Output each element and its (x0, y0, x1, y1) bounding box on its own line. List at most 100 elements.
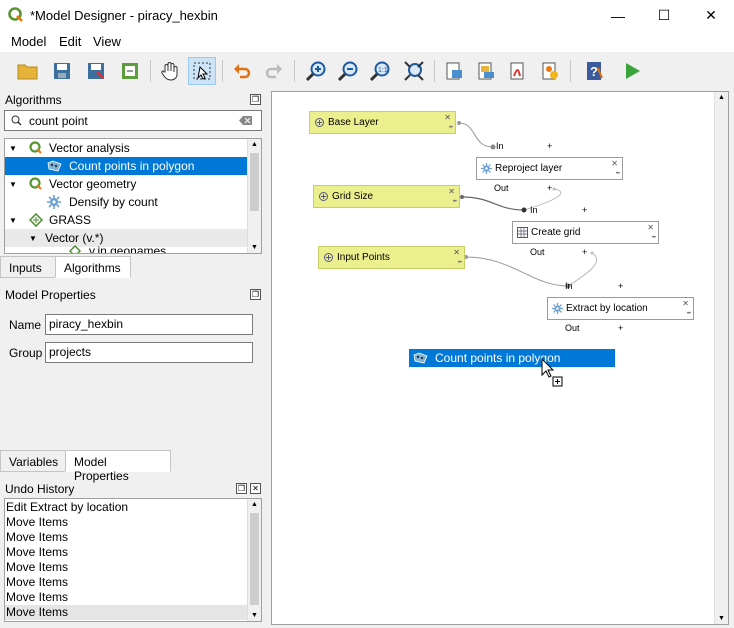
export-image-button[interactable] (440, 57, 468, 85)
name-label: Name (9, 318, 42, 332)
tree-scrollbar[interactable]: ▲ ▼ (247, 139, 261, 253)
input-grid-size[interactable]: Grid Size ✕ ••• (313, 185, 460, 208)
collapse-arrow-icon[interactable]: ▼ (9, 144, 23, 153)
tree-item-v-in-geonames[interactable]: v.in.geonames (5, 245, 249, 253)
export-pdf-button[interactable] (504, 57, 532, 85)
edit-node-icon[interactable]: ••• (687, 311, 691, 317)
edit-node-icon[interactable]: ••• (453, 199, 457, 205)
tree-item-label: Densify by count (69, 195, 158, 209)
export-svg-button[interactable] (472, 57, 500, 85)
remove-node-icon[interactable]: ✕ (647, 224, 654, 232)
undo-item[interactable]: Move Items (5, 575, 249, 590)
expand-port-icon[interactable]: + (547, 141, 552, 151)
algorithm-create-grid[interactable]: Create grid ✕ ••• (512, 221, 659, 244)
zoom-out-button[interactable] (334, 57, 362, 85)
expand-port-icon[interactable]: + (547, 183, 552, 193)
save-model-button[interactable] (48, 57, 76, 85)
edit-node-icon[interactable]: ••• (449, 125, 453, 131)
scroll-thumb[interactable] (250, 153, 259, 211)
close-button[interactable]: ✕ (688, 0, 734, 31)
tree-item-count-points-in-polygon[interactable]: Count points in polygon (5, 157, 249, 175)
undo-item-current[interactable]: Move Items (5, 605, 249, 620)
minimize-button[interactable]: — (595, 0, 641, 31)
tab-model-properties[interactable]: Model Properties (65, 450, 171, 483)
remove-node-icon[interactable]: ✕ (682, 300, 689, 308)
zoom-in-button[interactable] (302, 57, 330, 85)
menu-edit[interactable]: Edit (59, 34, 81, 49)
algorithm-label: Reproject layer (495, 163, 563, 174)
zoom-full-button[interactable] (400, 57, 428, 85)
expand-port-icon[interactable]: + (618, 323, 623, 333)
menu-view[interactable]: View (93, 34, 121, 49)
tree-group-vector-analysis[interactable]: ▼ Vector analysis (5, 139, 249, 157)
undo-item[interactable]: Move Items (5, 590, 249, 605)
scroll-up-icon[interactable]: ▲ (251, 501, 258, 508)
model-canvas[interactable]: Base Layer ✕ ••• In + Grid Size ✕ ••• In… (271, 91, 729, 625)
expand-port-icon[interactable]: + (618, 281, 623, 291)
edit-node-icon[interactable]: ••• (458, 260, 462, 266)
float-panel-icon[interactable]: ❐ (250, 289, 261, 300)
input-input-points[interactable]: Input Points ✕ ••• (318, 246, 465, 269)
redo-button[interactable] (260, 57, 288, 85)
edit-node-icon[interactable]: ••• (616, 171, 620, 177)
collapse-arrow-icon[interactable]: ▼ (29, 234, 43, 243)
undo-scrollbar[interactable]: ▲ ▼ (247, 499, 261, 621)
pan-button[interactable] (156, 57, 184, 85)
tree-item-densify-by-count[interactable]: Densify by count (5, 193, 249, 211)
algorithm-reproject-layer[interactable]: Reproject layer ✕ ••• (476, 157, 623, 180)
scroll-down-icon[interactable]: ▼ (251, 244, 258, 251)
scroll-down-icon[interactable]: ▼ (251, 612, 258, 619)
edit-help-button[interactable]: ? (580, 57, 608, 85)
tree-item-label: Vector (v.*) (45, 231, 104, 245)
tree-item-label: Vector geometry (49, 177, 137, 191)
scroll-down-icon[interactable]: ▼ (718, 615, 725, 622)
remove-node-icon[interactable]: ✕ (611, 160, 618, 168)
tab-variables[interactable]: Variables (0, 450, 66, 472)
expand-port-icon[interactable]: + (582, 247, 587, 257)
undo-item[interactable]: Move Items (5, 560, 249, 575)
tab-inputs[interactable]: Inputs (0, 256, 56, 278)
scroll-up-icon[interactable]: ▲ (718, 94, 725, 101)
scroll-thumb[interactable] (250, 513, 259, 605)
close-panel-icon[interactable]: ✕ (250, 483, 261, 494)
save-in-project-button[interactable] (116, 57, 144, 85)
canvas-scrollbar[interactable]: ▲ ▼ (714, 92, 728, 624)
float-panel-icon[interactable]: ❐ (250, 94, 261, 105)
remove-node-icon[interactable]: ✕ (448, 188, 455, 196)
tab-algorithms[interactable]: Algorithms (55, 256, 131, 278)
clear-search-icon[interactable] (239, 115, 253, 126)
remove-node-icon[interactable]: ✕ (444, 114, 451, 122)
toolbar: 1:1 ? (0, 52, 734, 88)
undo-item[interactable]: Move Items (5, 515, 249, 530)
run-model-button[interactable] (618, 57, 646, 85)
algorithm-extract-by-location[interactable]: Extract by location ✕ ••• (547, 297, 694, 320)
undo-button[interactable] (228, 57, 256, 85)
undo-item[interactable]: Edit Extract by location (5, 500, 249, 515)
tree-group-grass[interactable]: ▼ GRASS (5, 211, 249, 229)
model-name-input[interactable]: piracy_hexbin (45, 314, 253, 335)
algorithm-search-input[interactable]: count point (4, 110, 262, 131)
expand-port-icon[interactable]: + (582, 205, 587, 215)
float-panel-icon[interactable]: ❐ (236, 483, 247, 494)
scroll-up-icon[interactable]: ▲ (251, 141, 258, 148)
select-cursor-icon (193, 62, 211, 80)
maximize-button[interactable]: ☐ (641, 0, 687, 31)
save-as-button[interactable] (82, 57, 110, 85)
grid-icon (517, 227, 528, 238)
input-base-layer[interactable]: Base Layer ✕ ••• (309, 111, 456, 134)
edit-node-icon[interactable]: ••• (652, 235, 656, 241)
export-python-button[interactable] (536, 57, 564, 85)
collapse-arrow-icon[interactable]: ▼ (9, 180, 23, 189)
undo-item[interactable]: Move Items (5, 530, 249, 545)
select-button[interactable] (188, 57, 216, 85)
model-group-input[interactable]: projects (45, 342, 253, 363)
tree-group-vector-geometry[interactable]: ▼ Vector geometry (5, 175, 249, 193)
remove-node-icon[interactable]: ✕ (453, 249, 460, 257)
title-bar: *Model Designer - piracy_hexbin — ☐ ✕ (0, 0, 734, 31)
zoom-actual-button[interactable]: 1:1 (366, 57, 394, 85)
collapse-arrow-icon[interactable]: ▼ (9, 216, 23, 225)
undo-item[interactable]: Move Items (5, 545, 249, 560)
menu-model[interactable]: Model (11, 34, 46, 49)
toolbar-separator (434, 60, 435, 82)
open-model-button[interactable] (14, 57, 42, 85)
